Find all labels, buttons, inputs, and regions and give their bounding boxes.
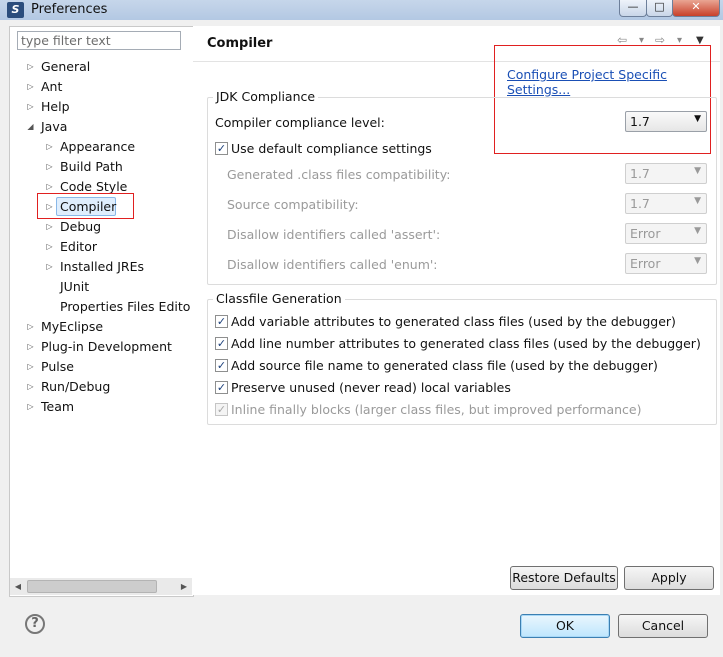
tree-item-label: Properties Files Edito bbox=[60, 299, 191, 314]
classfile-option-checkbox: ✓ bbox=[215, 403, 228, 416]
chevron-down-icon: ▼ bbox=[694, 166, 701, 176]
help-icon[interactable]: ? bbox=[25, 614, 45, 634]
classfile-generation-title: Classfile Generation bbox=[213, 291, 345, 306]
source-compat-value: 1.7 bbox=[630, 196, 650, 211]
jdk-compliance-title: JDK Compliance bbox=[213, 89, 319, 104]
compliance-level-label: Compiler compliance level: bbox=[215, 115, 385, 130]
tree-item-label: Plug-in Development bbox=[41, 339, 172, 354]
generated-compat-label: Generated .class files compatibility: bbox=[227, 167, 451, 182]
maximize-button[interactable]: □ bbox=[646, 0, 673, 17]
use-default-compliance-label: Use default compliance settings bbox=[231, 141, 432, 156]
classfile-option-label: Preserve unused (never read) local varia… bbox=[231, 380, 511, 395]
collapsed-arrow-icon[interactable]: ▷ bbox=[26, 57, 35, 77]
source-compat-select[interactable]: 1.7 ▼ bbox=[625, 193, 707, 214]
disallow-assert-label: Disallow identifiers called 'assert': bbox=[227, 227, 441, 242]
tree-item-label: Team bbox=[41, 399, 75, 414]
expanded-arrow-icon[interactable]: ◢ bbox=[26, 117, 35, 137]
chevron-down-icon: ▼ bbox=[694, 196, 701, 206]
generated-compat-value: 1.7 bbox=[630, 166, 650, 181]
tree-item-label: MyEclipse bbox=[41, 319, 104, 334]
eclipse-app-icon: S bbox=[7, 2, 24, 18]
classfile-option-checkbox[interactable]: ✓ bbox=[215, 381, 228, 394]
compliance-level-select[interactable]: 1.7 ▼ bbox=[625, 111, 707, 132]
collapsed-arrow-icon[interactable]: ▷ bbox=[26, 97, 35, 117]
disallow-assert-select[interactable]: Error ▼ bbox=[625, 223, 707, 244]
page-title: Compiler bbox=[207, 36, 273, 51]
collapsed-arrow-icon[interactable]: ▷ bbox=[26, 337, 35, 357]
tree-item-label: Pulse bbox=[41, 359, 74, 374]
collapsed-arrow-icon[interactable]: ▷ bbox=[26, 317, 35, 337]
cancel-button[interactable]: Cancel bbox=[618, 614, 708, 638]
tree-item-label: Debug bbox=[60, 219, 102, 234]
minimize-button[interactable]: — bbox=[619, 0, 647, 17]
tree-item-ant[interactable] bbox=[10, 77, 191, 97]
disallow-enum-select[interactable]: Error ▼ bbox=[625, 253, 707, 274]
scroll-right-icon[interactable]: ▶ bbox=[176, 578, 192, 595]
tree-item-help[interactable] bbox=[10, 97, 191, 117]
filter-input[interactable] bbox=[17, 31, 181, 50]
classfile-option-label: Add source file name to generated class … bbox=[231, 358, 658, 373]
tree-item-editor[interactable] bbox=[10, 237, 191, 257]
compiler-highlight-outline bbox=[37, 193, 134, 219]
disallow-assert-value: Error bbox=[630, 226, 661, 241]
apply-button[interactable]: Apply bbox=[624, 566, 714, 590]
tree-item-java[interactable] bbox=[10, 117, 191, 137]
classfile-option-label: Add line number attributes to generated … bbox=[231, 336, 701, 351]
close-button[interactable]: ✕ bbox=[672, 0, 720, 17]
classfile-option-checkbox[interactable]: ✓ bbox=[215, 337, 228, 350]
scrollbar-thumb[interactable] bbox=[27, 580, 157, 593]
tree-item-label: Editor bbox=[60, 239, 97, 254]
tree-item-label: JUnit bbox=[60, 279, 90, 294]
collapsed-arrow-icon[interactable]: ▷ bbox=[45, 157, 54, 177]
tree-item-label: Run/Debug bbox=[41, 379, 111, 394]
collapsed-arrow-icon[interactable]: ▷ bbox=[26, 77, 35, 97]
tree-item-label: Help bbox=[41, 99, 70, 114]
generated-compat-select[interactable]: 1.7 ▼ bbox=[625, 163, 707, 184]
compliance-level-value: 1.7 bbox=[630, 114, 650, 129]
collapsed-arrow-icon[interactable]: ▷ bbox=[26, 377, 35, 397]
tree-item-team[interactable] bbox=[10, 397, 191, 417]
tree-item-junit[interactable] bbox=[10, 277, 191, 297]
collapsed-arrow-icon[interactable]: ▷ bbox=[26, 357, 35, 377]
collapsed-arrow-icon[interactable]: ▷ bbox=[45, 217, 54, 237]
tree-item-label: General bbox=[41, 59, 91, 74]
tree-item-pulse[interactable] bbox=[10, 357, 191, 377]
classfile-option-label: Inline finally blocks (larger class file… bbox=[231, 402, 642, 417]
chevron-down-icon: ▼ bbox=[694, 226, 701, 236]
ok-button[interactable]: OK bbox=[520, 614, 610, 638]
tree-item-label: Java bbox=[41, 119, 68, 134]
restore-defaults-button[interactable]: Restore Defaults bbox=[510, 566, 618, 590]
classfile-option-checkbox[interactable]: ✓ bbox=[215, 315, 228, 328]
tree-item-general[interactable] bbox=[10, 57, 191, 77]
disallow-enum-label: Disallow identifiers called 'enum': bbox=[227, 257, 438, 272]
collapsed-arrow-icon[interactable]: ▷ bbox=[26, 397, 35, 417]
source-compat-label: Source compatibility: bbox=[227, 197, 359, 212]
tree-item-label: Appearance bbox=[60, 139, 136, 154]
collapsed-arrow-icon[interactable]: ▷ bbox=[45, 137, 54, 157]
classfile-option-checkbox[interactable]: ✓ bbox=[215, 359, 228, 372]
collapsed-arrow-icon[interactable]: ▷ bbox=[45, 237, 54, 257]
chevron-down-icon: ▼ bbox=[694, 256, 701, 266]
use-default-compliance-checkbox[interactable]: ✓ bbox=[215, 142, 228, 155]
disallow-enum-value: Error bbox=[630, 256, 661, 271]
tree-item-label: Installed JREs bbox=[60, 259, 145, 274]
collapsed-arrow-icon[interactable]: ▷ bbox=[45, 257, 54, 277]
tree-item-label: Build Path bbox=[60, 159, 123, 174]
chevron-down-icon: ▼ bbox=[694, 114, 701, 124]
tree-item-label: Ant bbox=[41, 79, 63, 94]
scroll-left-icon[interactable]: ◀ bbox=[10, 578, 26, 595]
window-title: Preferences bbox=[31, 2, 108, 17]
classfile-option-label: Add variable attributes to generated cla… bbox=[231, 314, 676, 329]
title-bar bbox=[0, 0, 723, 20]
